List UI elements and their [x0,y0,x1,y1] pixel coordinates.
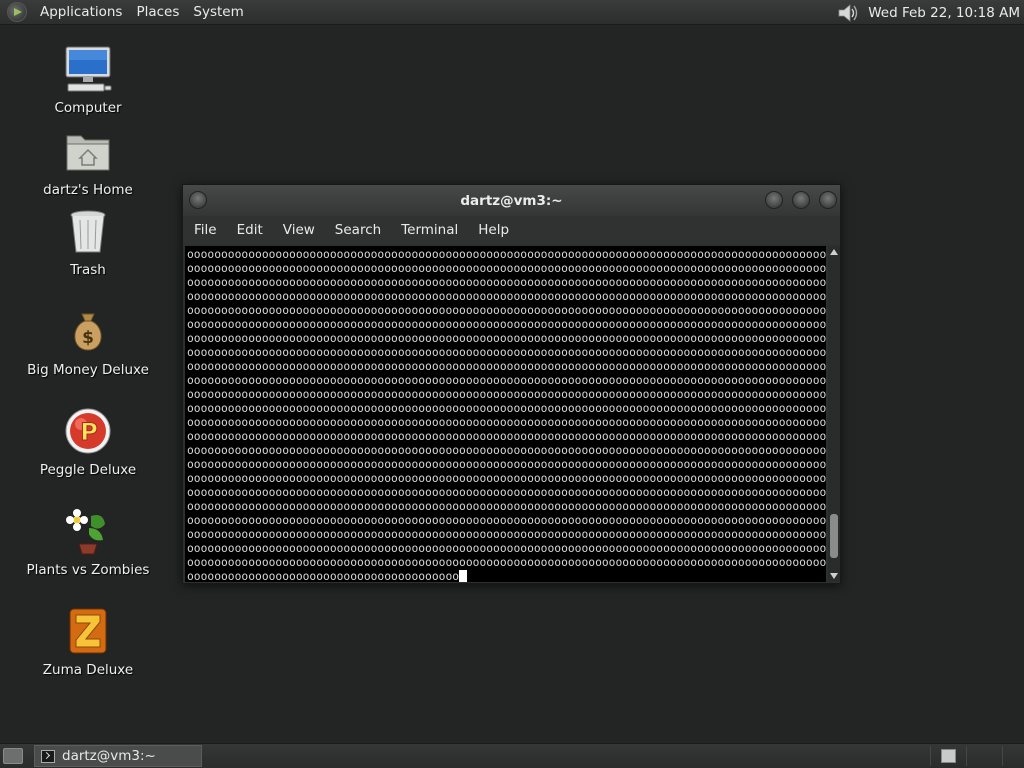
terminal-line: oooooooooooooooooooooooooooooooooooooooo… [187,262,826,275]
terminal-line: oooooooooooooooooooooooooooooooooooooooo… [187,388,826,401]
terminal-line: oooooooooooooooooooooooooooooooooooooooo… [187,276,826,289]
desktop-icon-trash[interactable]: Trash [18,206,158,278]
desktop-icon-computer[interactable]: Computer [18,44,158,116]
peggle-icon: P [65,408,111,454]
svg-text:P: P [80,418,98,446]
home-folder-icon [66,135,110,171]
desktop-icon-label: Computer [54,100,122,116]
svg-text:$: $ [82,328,94,348]
terminal-window[interactable]: dartz@vm3:~ File Edit View Search Termin… [182,184,841,584]
menu-edit[interactable]: Edit [230,222,270,238]
desktop-icon-label: Plants vs Zombies [26,562,150,578]
terminal-line: oooooooooooooooooooooooooooooooooooooooo… [187,290,826,303]
terminal-line: oooooooooooooooooooooooooooooooooooooooo… [187,528,826,541]
minimize-button[interactable] [765,191,783,209]
bottom-panel: dartz@vm3:~ [0,743,1024,768]
scroll-down-icon[interactable] [830,573,838,579]
volume-icon[interactable] [836,2,860,24]
workspace-separator [930,746,931,766]
trash-icon [70,210,106,253]
menu-file[interactable]: File [187,222,224,238]
menu-system[interactable]: System [186,4,250,20]
workspace-separator [966,746,967,766]
menu-terminal[interactable]: Terminal [394,222,465,238]
terminal-line: oooooooooooooooooooooooooooooooooooooooo… [187,248,826,261]
show-desktop-icon[interactable] [3,748,23,764]
terminal-last-line-text: oooooooooooooooooooooooooooooooooooooooo [187,570,460,582]
scrollbar-thumb[interactable] [830,514,838,559]
terminal-line: oooooooooooooooooooooooooooooooooooooooo… [187,444,826,457]
distro-logo-icon[interactable] [7,2,27,22]
window-menu-button[interactable] [189,191,207,209]
terminal-line: oooooooooooooooooooooooooooooooooooooooo… [187,486,826,499]
maximize-button[interactable] [792,191,810,209]
menu-applications[interactable]: Applications [33,4,129,20]
window-title: dartz@vm3:~ [460,192,563,209]
terminal-line: oooooooooooooooooooooooooooooooooooooooo… [187,500,826,513]
menu-places[interactable]: Places [129,4,186,20]
terminal-line: oooooooooooooooooooooooooooooooooooooooo… [187,542,826,555]
terminal-line: oooooooooooooooooooooooooooooooooooooooo… [187,556,826,569]
desktop-icon-zuma[interactable]: Zuma Deluxe [18,606,158,678]
scroll-up-icon[interactable] [830,249,838,255]
workspace-1[interactable] [941,749,956,763]
terminal-prompt-line: oooooooooooooooooooooooooooooooooooooooo [187,570,826,582]
taskbar-button-terminal[interactable]: dartz@vm3:~ [34,745,202,767]
terminal-line: oooooooooooooooooooooooooooooooooooooooo… [187,430,826,443]
terminal-icon [41,749,55,763]
terminal-line: oooooooooooooooooooooooooooooooooooooooo… [187,402,826,415]
desktop-icon-label: Peggle Deluxe [39,462,137,478]
desktop-icon-home[interactable]: dartz's Home [18,126,158,198]
menu-view[interactable]: View [276,222,322,238]
panel-tray: Wed Feb 22, 10:18 AM [836,0,1024,25]
terminal-line: oooooooooooooooooooooooooooooooooooooooo… [187,304,826,317]
clock[interactable]: Wed Feb 22, 10:18 AM [868,5,1024,21]
terminal-line: oooooooooooooooooooooooooooooooooooooooo… [187,346,826,359]
desktop-icon-plants-vs-zombies[interactable]: Plants vs Zombies [18,506,158,578]
desktop-icon-label: Zuma Deluxe [42,662,134,678]
menu-help[interactable]: Help [471,222,516,238]
desktop-icon-label: Trash [70,262,106,278]
terminal-menubar: File Edit View Search Terminal Help [183,216,840,244]
terminal-line: oooooooooooooooooooooooooooooooooooooooo… [187,472,826,485]
desktop-icon-label: dartz's Home [43,182,133,198]
money-bag-icon: $ [74,313,102,351]
plants-icon [66,509,105,555]
desktop-icon-big-money[interactable]: $ Big Money Deluxe [18,306,158,378]
desktop-icon-label: Big Money Deluxe [27,362,149,378]
terminal-line: oooooooooooooooooooooooooooooooooooooooo… [187,374,826,387]
terminal-line: oooooooooooooooooooooooooooooooooooooooo… [187,332,826,345]
window-titlebar[interactable]: dartz@vm3:~ [183,185,840,216]
terminal-scrollbar[interactable] [828,246,840,582]
terminal-output[interactable]: oooooooooooooooooooooooooooooooooooooooo… [185,246,826,582]
menu-search[interactable]: Search [328,222,388,238]
text-cursor [459,570,468,582]
terminal-line: oooooooooooooooooooooooooooooooooooooooo… [187,458,826,471]
zuma-icon [69,608,107,654]
terminal-line: oooooooooooooooooooooooooooooooooooooooo… [187,416,826,429]
terminal-line: oooooooooooooooooooooooooooooooooooooooo… [187,360,826,373]
workspace-separator [1002,746,1003,766]
terminal-line: oooooooooooooooooooooooooooooooooooooooo… [187,514,826,527]
computer-icon [65,46,112,92]
desktop-icon-peggle[interactable]: P Peggle Deluxe [18,406,158,478]
terminal-line: oooooooooooooooooooooooooooooooooooooooo… [187,318,826,331]
top-panel: Applications Places System Wed Feb 22, 1… [0,0,1024,25]
taskbar-label: dartz@vm3:~ [62,748,156,764]
close-button[interactable] [819,191,837,209]
